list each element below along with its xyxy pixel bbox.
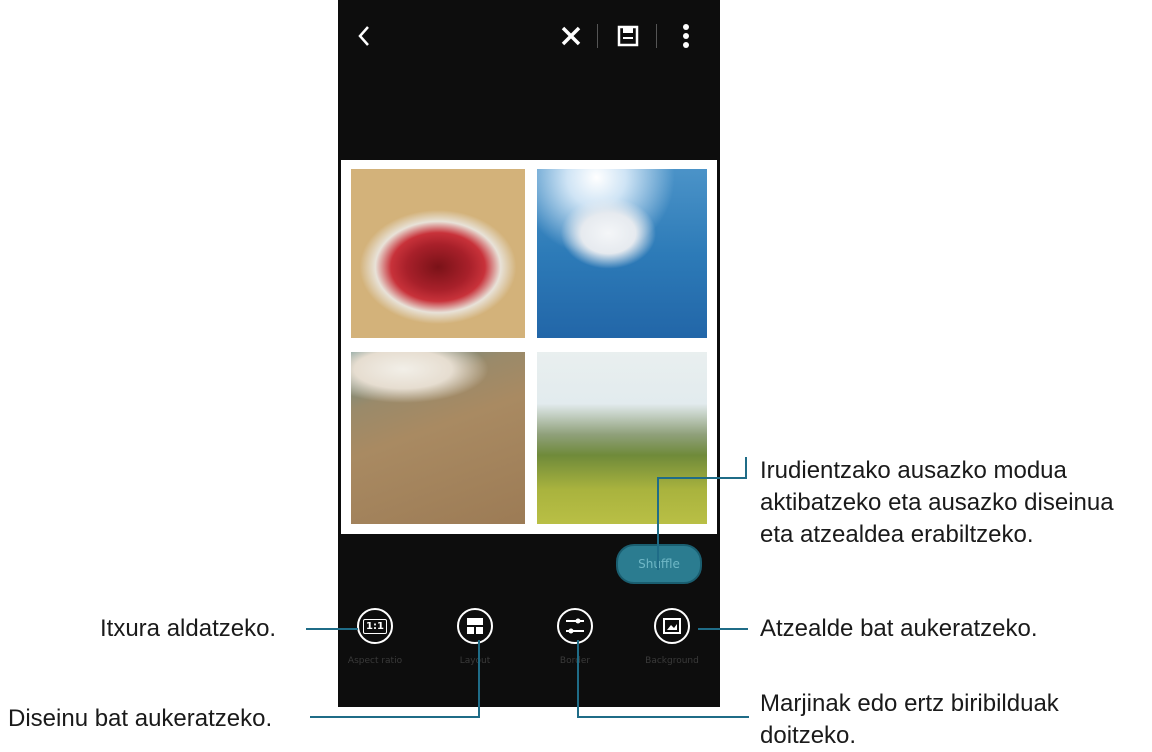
callout-layout: Diseinu bat aukeratzeko. <box>8 705 273 732</box>
callout-line-shuffle-h1 <box>657 477 747 479</box>
border-label: Border <box>559 656 591 666</box>
chevron-left-icon[interactable] <box>346 18 382 54</box>
collage-photo-strawberry-cake[interactable] <box>351 169 525 338</box>
phone-screen: Shuffle 1:1 Aspect ratio Layout Border B… <box>338 0 720 707</box>
callout-shuffle: Irudientzako ausazko modua aktibatzeko e… <box>760 455 1114 551</box>
callout-shuffle-line-1: Irudientzako ausazko modua <box>760 457 1067 484</box>
aspect-ratio-icon: 1:1 <box>363 618 387 634</box>
aspect-ratio-button[interactable]: 1:1 <box>357 608 393 644</box>
more-vertical-icon[interactable] <box>668 18 704 54</box>
callout-border: Marjinak edo ertz biribilduak doitzeko. <box>760 688 1059 752</box>
callout-shuffle-line-3: eta atzealdea erabiltzeko. <box>760 521 1034 548</box>
callout-background: Atzealde bat aukeratzeko. <box>760 615 1038 642</box>
border-sliders-icon <box>566 618 584 634</box>
layout-button[interactable] <box>457 608 493 644</box>
background-image-icon <box>663 618 681 634</box>
callout-border-line-2: doitzeko. <box>760 722 857 749</box>
callout-line-border-h <box>577 716 749 718</box>
shuffle-button[interactable]: Shuffle <box>616 544 702 584</box>
close-icon[interactable] <box>553 18 589 54</box>
background-button[interactable] <box>654 608 690 644</box>
callout-line-layout-v <box>478 640 480 718</box>
toolbar-divider <box>656 24 657 48</box>
callout-aspect: Itxura aldatzeko. <box>100 615 277 642</box>
background-label: Background <box>645 656 699 666</box>
callout-line-layout-h <box>310 716 480 718</box>
collage-photo-beach-wave[interactable] <box>351 352 525 524</box>
layout-icon <box>467 618 483 634</box>
collage-photo-sky-clouds[interactable] <box>537 169 707 338</box>
border-button[interactable] <box>557 608 593 644</box>
callout-border-line-1: Marjinak edo ertz biribilduak <box>760 690 1059 717</box>
toolbar-divider <box>597 24 598 48</box>
callout-line-shuffle-v <box>657 478 659 570</box>
callout-line-aspect <box>306 628 358 630</box>
callout-line-shuffle-h2 <box>745 457 747 479</box>
top-toolbar <box>338 0 720 72</box>
callout-line-border-v <box>577 640 579 718</box>
callout-line-background <box>698 628 748 630</box>
aspect-ratio-label: Aspect ratio <box>347 656 403 666</box>
callout-shuffle-line-2: aktibatzeko eta ausazko diseinua <box>760 489 1114 516</box>
collage-photo-grassy-hill[interactable] <box>537 352 707 524</box>
save-icon[interactable] <box>610 18 646 54</box>
layout-label: Layout <box>459 656 491 666</box>
